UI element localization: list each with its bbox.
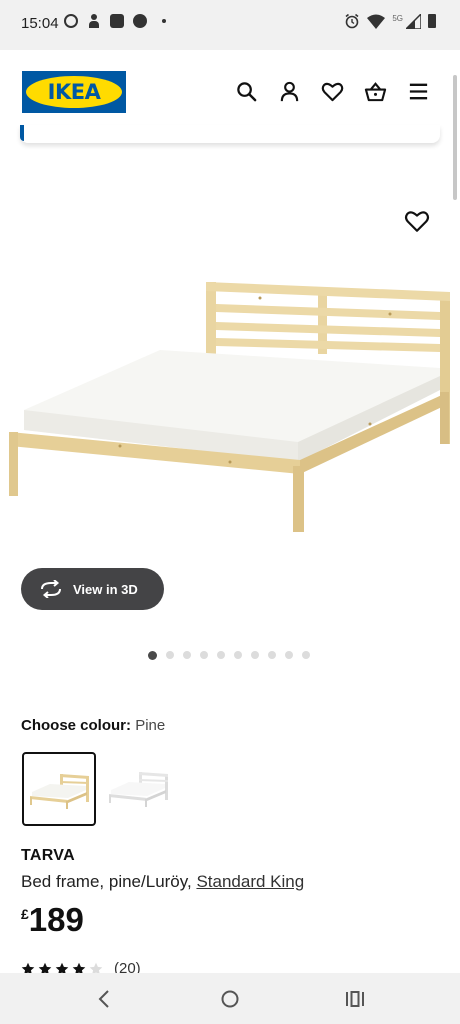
product-image[interactable] [0,270,460,540]
account-icon[interactable] [278,80,301,103]
pagination-dot[interactable] [302,651,310,659]
system-nav-bar [0,973,460,1024]
scrollbar[interactable] [453,75,457,200]
product-price: £ 189 [21,902,84,938]
view-in-3d-button[interactable]: View in 3D [21,568,164,610]
ikea-logo[interactable]: IKEA [22,71,126,113]
price-amount: 189 [28,901,84,938]
pagination-dot[interactable] [268,651,276,659]
recents-icon[interactable] [344,988,366,1010]
price-currency: £ [21,906,29,922]
status-time: 15:04 [21,15,59,32]
pagination-dot[interactable] [251,651,259,659]
menu-icon[interactable] [407,80,430,103]
pagination-dot[interactable] [200,651,208,659]
app-icon [110,14,124,28]
choose-colour-label: Choose colour: [21,717,132,734]
person-icon [87,14,101,28]
alarm-icon [345,13,359,29]
pagination-dot[interactable] [234,651,242,659]
basket-icon[interactable] [364,80,387,103]
colour-swatch-pine[interactable] [22,752,96,826]
logo-text: IKEA [47,80,101,104]
product-description-text: Bed frame, pine/Luröy, [21,872,197,891]
gallery-pagination [148,650,310,660]
size-link[interactable]: Standard King [196,872,304,891]
colour-chooser-label: Choose colour: Pine [21,717,165,734]
status-bar: 15:04 5G [0,0,460,50]
home-icon[interactable] [219,988,241,1010]
dot-icon [162,19,166,23]
pagination-dot[interactable] [183,651,191,659]
motorola-icon [133,14,147,28]
search-icon[interactable] [235,80,258,103]
signal-icon [406,13,421,29]
network-type: 5G [392,13,403,23]
heart-icon[interactable] [321,80,344,103]
collapsed-panel [20,125,440,143]
product-description: Bed frame, pine/Luröy, Standard King [21,872,304,892]
selected-colour: Pine [135,717,166,734]
wifi-icon [367,14,386,29]
whatsapp-icon [64,14,78,28]
pagination-dot[interactable] [148,650,157,660]
colour-swatch-white[interactable] [103,752,177,826]
back-icon[interactable] [94,988,116,1010]
pagination-dot[interactable] [166,651,174,659]
favourite-heart-icon[interactable] [404,209,430,233]
battery-icon [428,14,436,28]
rotate-3d-icon [41,580,61,598]
pagination-dot[interactable] [217,651,225,659]
pagination-dot[interactable] [285,651,293,659]
site-header: IKEA [0,50,460,136]
product-name: TARVA [21,847,75,864]
view-in-3d-label: View in 3D [73,581,138,597]
